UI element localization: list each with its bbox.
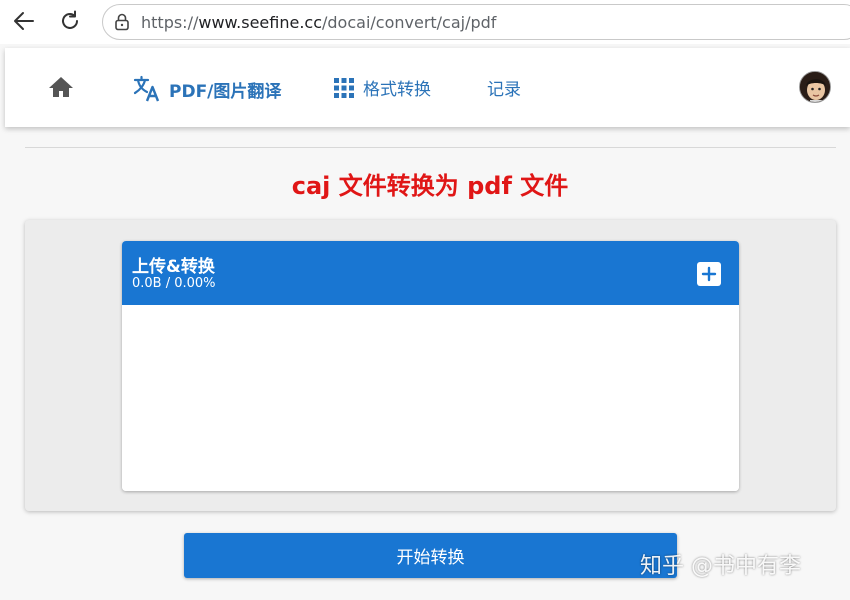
translate-icon (133, 75, 161, 103)
upload-title: 上传&转换 (132, 257, 215, 277)
site-header: PDF/图片翻译 格式转换 记录 (5, 48, 850, 127)
browser-toolbar: https://www.seefine.cc/docai/convert/caj… (0, 0, 850, 44)
address-bar[interactable]: https://www.seefine.cc/docai/convert/caj… (102, 4, 850, 40)
file-drop-zone[interactable] (122, 305, 739, 491)
upload-card: 上传&转换 0.0B / 0.00% (25, 220, 836, 511)
upload-progress: 0.0B / 0.00% (132, 276, 216, 291)
url-host: www.seefine.cc (198, 12, 322, 32)
page-title: caj 文件转换为 pdf 文件 (291, 172, 569, 200)
grid-icon (333, 77, 355, 99)
nav-translate-label: PDF/图片翻译 (169, 81, 282, 102)
avatar[interactable] (799, 71, 831, 103)
nav-format-convert[interactable]: 格式转换 (333, 75, 431, 100)
add-file-button[interactable] (697, 262, 721, 286)
nav-records[interactable]: 记录 (487, 75, 521, 100)
nav-convert-label: 格式转换 (363, 80, 431, 100)
url-path: /docai/convert/caj/pdf (322, 12, 497, 32)
home-icon[interactable] (47, 75, 75, 99)
start-convert-button[interactable]: 开始转换 (184, 533, 677, 578)
plus-icon (701, 266, 717, 282)
lock-icon[interactable] (113, 13, 131, 31)
nav-translate[interactable]: PDF/图片翻译 (133, 75, 281, 103)
upload-panel: 上传&转换 0.0B / 0.00% (122, 241, 739, 491)
back-arrow-icon[interactable] (12, 9, 36, 33)
url-text: https://www.seefine.cc/docai/convert/caj… (141, 13, 496, 32)
divider (25, 147, 836, 148)
watermark: 知乎 @书中有李 (640, 554, 801, 579)
upload-panel-header: 上传&转换 0.0B / 0.00% (122, 241, 739, 305)
nav-records-label: 记录 (487, 80, 521, 100)
url-scheme: https:// (141, 12, 199, 32)
reload-icon[interactable] (58, 9, 82, 33)
